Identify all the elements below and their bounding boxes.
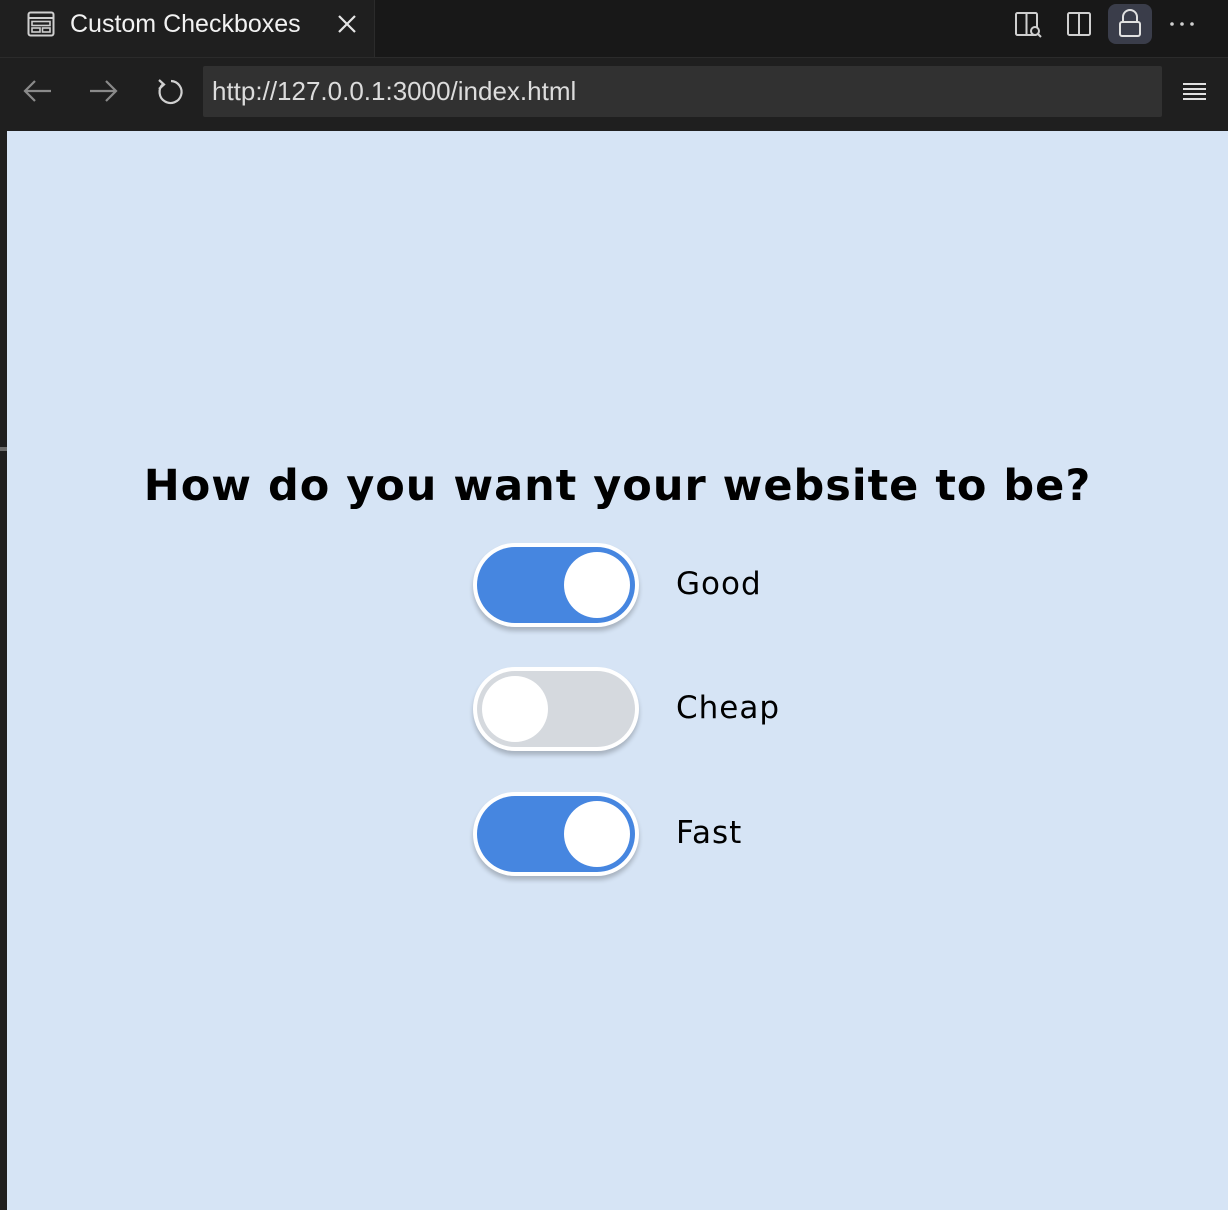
sash-handle[interactable] — [0, 447, 7, 451]
tab-title: Custom Checkboxes — [70, 10, 301, 38]
toggle-switch-cheap[interactable] — [473, 667, 639, 751]
tab-strip: Custom Checkboxes — [0, 0, 1228, 58]
tab-strip-edge — [0, 0, 7, 57]
option-label[interactable]: Good — [676, 564, 762, 604]
toggle-knob — [482, 676, 548, 742]
toggle-knob — [564, 801, 630, 867]
toggle-knob — [564, 552, 630, 618]
option-good: Good — [473, 543, 893, 627]
option-fast: Fast — [473, 792, 893, 876]
open-in-editor-icon[interactable] — [1006, 4, 1050, 44]
option-label[interactable]: Fast — [676, 813, 742, 853]
toggle-switch-good[interactable] — [473, 543, 639, 627]
toggle-switch-fast[interactable] — [473, 792, 639, 876]
arrow-right-icon[interactable] — [81, 72, 125, 112]
arrow-left-icon[interactable] — [16, 72, 60, 112]
navigation-bar: http://127.0.0.1:3000/index.html — [0, 58, 1228, 130]
option-label[interactable]: Cheap — [676, 688, 780, 728]
more-actions-icon[interactable] — [1160, 4, 1204, 44]
hamburger-menu-icon[interactable] — [1172, 72, 1216, 112]
address-bar[interactable]: http://127.0.0.1:3000/index.html — [203, 66, 1162, 117]
option-cheap: Cheap — [473, 667, 893, 751]
page-heading: How do you want your website to be? — [143, 461, 1092, 511]
tab-custom-checkboxes[interactable]: Custom Checkboxes — [7, 0, 375, 57]
split-editor-icon[interactable] — [1057, 4, 1101, 44]
reload-icon[interactable] — [147, 72, 191, 112]
browser-preview-icon — [27, 11, 55, 37]
close-icon[interactable] — [335, 12, 359, 36]
side-strip — [0, 131, 7, 1210]
lock-icon[interactable] — [1108, 4, 1152, 44]
page-viewport: How do you want your website to be? Good… — [7, 131, 1228, 1210]
